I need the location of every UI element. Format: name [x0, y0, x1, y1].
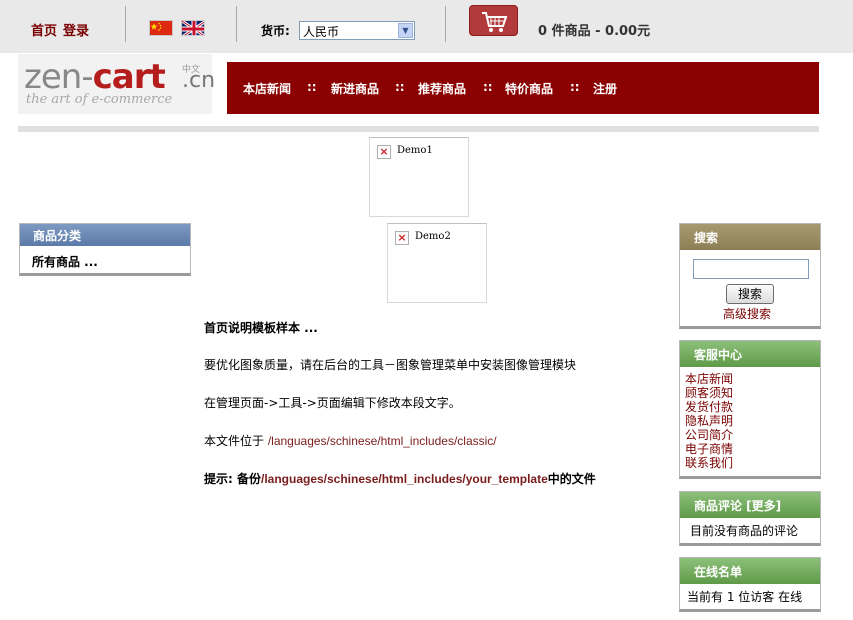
content-text: 要优化图象质量，请在后台的工具－图象管理菜单中安装图像管理模块: [204, 358, 577, 372]
service-link-notice[interactable]: 顾客须知: [685, 386, 733, 400]
service-link-ecommerce[interactable]: 电子商情: [685, 442, 733, 456]
service-link-contact[interactable]: 联系我们: [685, 456, 733, 470]
nav-separator: ::: [395, 80, 405, 94]
uk-flag-icon[interactable]: [181, 20, 205, 36]
top-divider: [445, 6, 446, 42]
demo-banner[interactable]: × Demo2: [387, 223, 487, 303]
nav-register[interactable]: 注册: [593, 80, 617, 97]
top-bar: [0, 0, 853, 53]
logo-text: zen-cart: [24, 57, 166, 97]
content-text: 在管理页面->工具->页面编辑下修改本段文字。: [204, 396, 461, 410]
top-divider: [236, 6, 237, 42]
reviews-empty-text: 目前没有商品的评论: [690, 524, 799, 538]
nav-store-news[interactable]: 本店新闻: [243, 80, 291, 97]
shopping-cart-icon: [482, 12, 508, 32]
all-products-link[interactable]: 所有商品 ...: [32, 253, 98, 270]
logo-cn: .cn: [182, 68, 216, 93]
customer-service-sidebox: 客服中心 本店新闻 顾客须知 发货付款 隐私声明 公司简介 电子商情 联系我们: [679, 340, 821, 479]
currency-value: 人民币: [303, 25, 340, 39]
home-link[interactable]: 首页: [31, 20, 57, 39]
login-link[interactable]: 登录: [63, 20, 89, 39]
content-text: 本文件位于 /languages/schinese/html_includes/…: [204, 434, 497, 448]
currency-select[interactable]: 人民币 ▼: [299, 21, 415, 40]
service-link-news[interactable]: 本店新闻: [685, 372, 733, 386]
service-link-privacy[interactable]: 隐私声明: [685, 414, 733, 428]
cart-summary[interactable]: 0 件商品 - 0.00元: [538, 20, 650, 39]
broken-image-icon: ×: [395, 231, 409, 245]
shopping-cart-button[interactable]: [469, 5, 518, 36]
search-title: 搜索: [680, 224, 820, 250]
reviews-sidebox: 商品评论 [更多] 目前没有商品的评论: [679, 491, 821, 546]
broken-image-icon: ×: [377, 145, 391, 159]
top-divider: [125, 6, 126, 42]
search-input[interactable]: [693, 259, 809, 279]
nav-separator: ::: [483, 80, 493, 94]
search-button[interactable]: 搜索: [726, 284, 774, 304]
demo-label: Demo2: [415, 231, 451, 242]
nav-new-products[interactable]: 新进商品: [331, 80, 379, 97]
nav-specials[interactable]: 特价商品: [505, 80, 553, 97]
currency-label: 货币:: [261, 24, 290, 38]
content-tip: 提示: 备份/languages/schinese/html_includes/…: [204, 472, 596, 486]
service-link-shipping[interactable]: 发货付款: [685, 400, 733, 414]
nav-featured-products[interactable]: 推荐商品: [418, 80, 466, 97]
service-links: 本店新闻 顾客须知 发货付款 隐私声明 公司简介 电子商情 联系我们: [685, 372, 733, 470]
demo-banner[interactable]: × Demo1: [369, 137, 469, 217]
categories-title: 商品分类: [20, 224, 190, 246]
online-title: 在线名单: [680, 558, 820, 584]
file-path: /languages/schinese/html_includes/your_t…: [260, 472, 548, 486]
demo-label: Demo1: [397, 145, 433, 156]
search-sidebox: 搜索 搜索 高级搜索: [679, 223, 821, 329]
online-sidebox: 在线名单 当前有 1 位访客 在线: [679, 557, 821, 612]
site-logo[interactable]: zen-cart 中文 .cn the art of e-commerce: [18, 54, 216, 114]
reviews-title[interactable]: 商品评论 [更多]: [680, 492, 820, 518]
page-heading: 首页说明模板样本 ...: [204, 321, 318, 335]
advanced-search-link[interactable]: 高级搜索: [723, 305, 771, 322]
nav-separator: ::: [570, 80, 580, 94]
china-flag-icon[interactable]: [149, 20, 173, 36]
online-count-text: 当前有 1 位访客 在线: [687, 590, 803, 604]
file-path: /languages/schinese/html_includes/classi…: [267, 434, 497, 448]
service-link-about[interactable]: 公司简介: [685, 428, 733, 442]
logo-tagline: the art of e-commerce: [26, 92, 173, 107]
main-nav: 本店新闻 :: 新进商品 :: 推荐商品 :: 特价商品 :: 注册: [227, 62, 819, 114]
customer-service-title: 客服中心: [680, 341, 820, 367]
nav-separator: ::: [307, 80, 317, 94]
header-divider: [18, 126, 819, 132]
chevron-down-icon[interactable]: ▼: [398, 23, 413, 38]
categories-sidebox: 商品分类 所有商品 ...: [19, 223, 191, 276]
